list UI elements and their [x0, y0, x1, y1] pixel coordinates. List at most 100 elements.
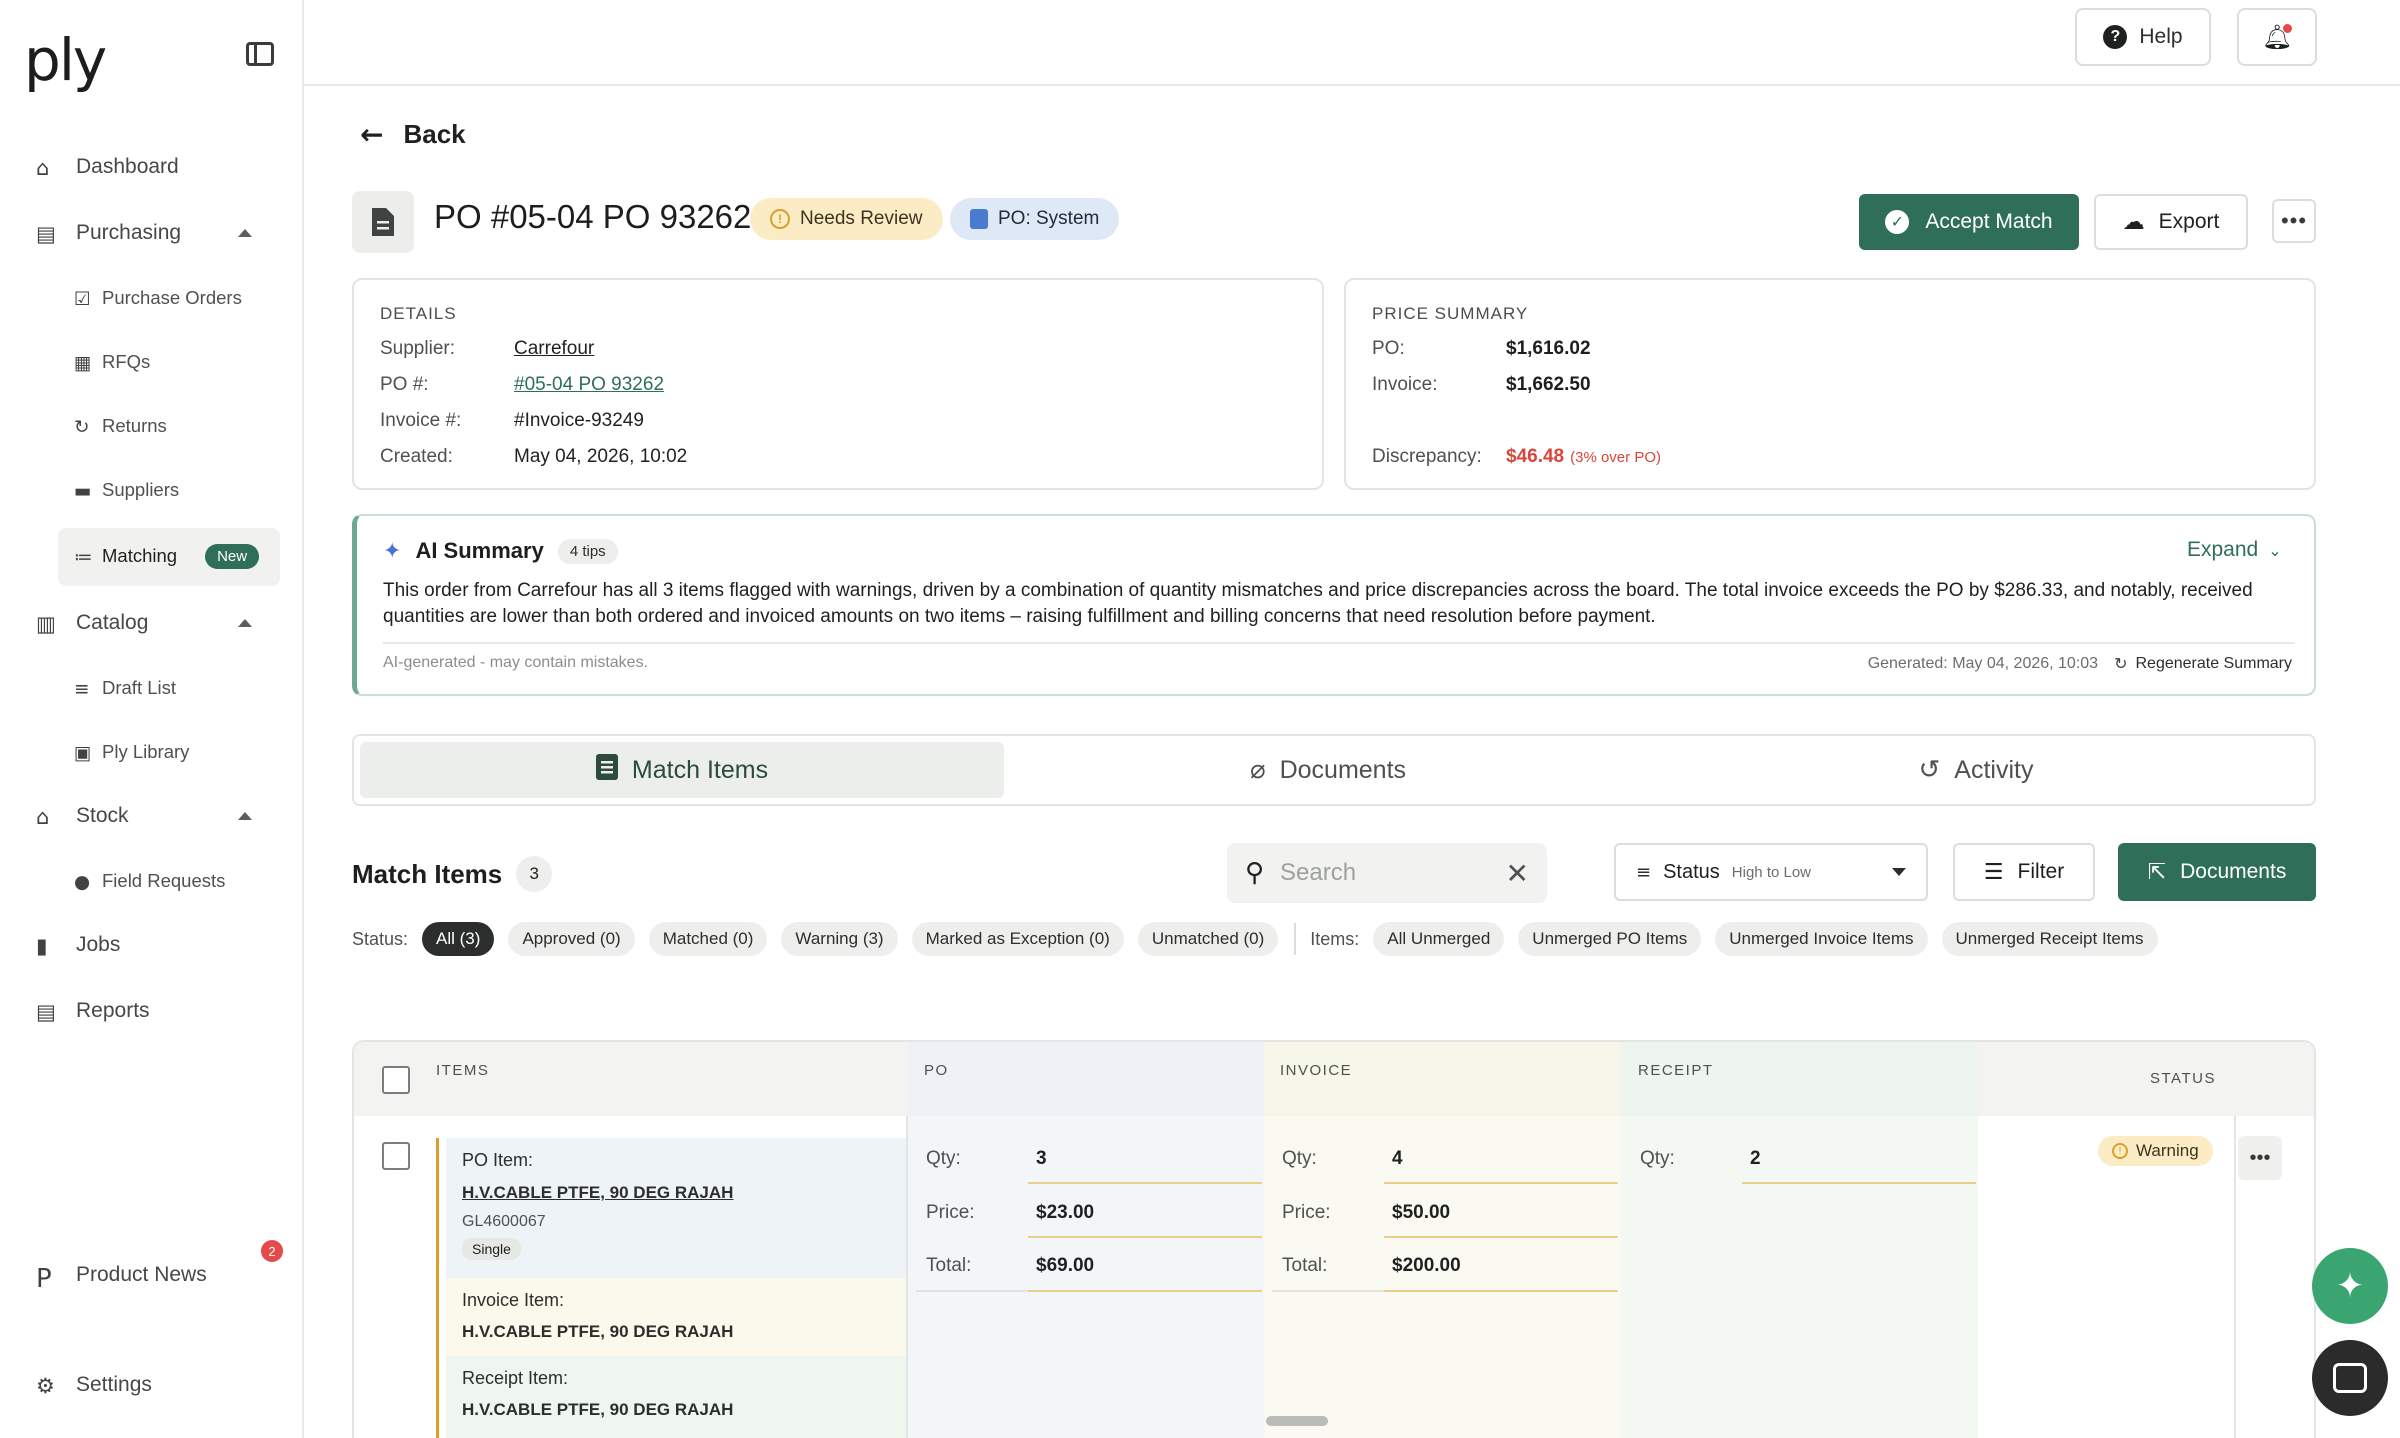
sidebar-item-settings[interactable]: ⚙ Settings: [36, 1363, 152, 1407]
chip-status-approved[interactable]: Approved (0): [508, 922, 635, 956]
chip-status-unmatched[interactable]: Unmatched (0): [1137, 922, 1279, 956]
sidebar-item-label: RFQs: [102, 351, 151, 372]
app-logo[interactable]: ply: [24, 26, 107, 94]
export-button[interactable]: ☁ Export: [2094, 194, 2248, 250]
sidebar-item-stock[interactable]: ⌂ Stock: [36, 794, 129, 838]
receipt-header-bg: [1620, 1042, 1978, 1116]
tab-activity[interactable]: ↺ Activity: [1654, 742, 2298, 798]
sidebar-item-reports[interactable]: ▤ Reports: [36, 989, 150, 1033]
check-circle-icon: ✓: [1885, 210, 1910, 234]
field-underline: [1384, 1290, 1618, 1292]
invoice-total-label: Total:: [1282, 1255, 1328, 1276]
notifications-button[interactable]: 🔔︎: [2237, 8, 2317, 66]
invoice-qty: 4: [1392, 1148, 1403, 1169]
invoice-price: $1,662.50: [1506, 374, 1591, 395]
source-badge: PO: System: [950, 198, 1120, 240]
chip-items-unmerged-po[interactable]: Unmerged PO Items: [1518, 922, 1702, 956]
receipt-item-label: Receipt Item:: [462, 1368, 569, 1388]
search-placeholder: Search: [1280, 859, 1357, 886]
sidebar-item-purchasing[interactable]: ▤ Purchasing: [36, 211, 181, 255]
sort-select[interactable]: ≡ Status High to Low: [1614, 843, 1928, 901]
price-summary-card: PRICE SUMMARY PO: $1,616.02 Invoice: $1,…: [1344, 278, 2316, 490]
po-number-link[interactable]: #05-04 PO 93262: [514, 374, 664, 396]
product-news-icon: P: [36, 1264, 52, 1294]
receipt-qty-label: Qty:: [1640, 1148, 1675, 1169]
ai-assistant-button[interactable]: ✦: [2312, 1248, 2388, 1324]
sidebar-item-dashboard[interactable]: ⌂ Dashboard: [36, 145, 179, 189]
chip-items-all-unmerged[interactable]: All Unmerged: [1373, 922, 1505, 956]
receipt-item-name: H.V.CABLE PTFE, 90 DEG RAJAH: [462, 1400, 734, 1419]
sidebar-item-matching[interactable]: ≔ Matching New: [74, 536, 260, 576]
column-header-items: ITEMS: [436, 1062, 490, 1079]
chip-status-matched[interactable]: Matched (0): [648, 922, 768, 956]
external-link-icon: ⇱: [2147, 859, 2167, 885]
sidebar-item-field-requests[interactable]: ● Field Requests: [74, 861, 225, 901]
chevron-up-icon[interactable]: [238, 619, 252, 627]
sidebar-item-purchase-orders[interactable]: ☑ Purchase Orders: [74, 278, 242, 318]
documents-button[interactable]: ⇱ Documents: [2118, 843, 2316, 901]
chip-items-unmerged-invoice[interactable]: Unmerged Invoice Items: [1715, 922, 1928, 956]
sidebar-item-ply-library[interactable]: ▣ Ply Library: [74, 732, 189, 772]
search-input[interactable]: ⚲ Search ✕: [1227, 843, 1547, 903]
refresh-icon: ↻: [2114, 654, 2128, 673]
sidebar-item-catalog[interactable]: ▥ Catalog: [36, 601, 148, 645]
row-more-button[interactable]: •••: [2238, 1136, 2282, 1180]
more-options-button[interactable]: •••: [2272, 199, 2316, 243]
regenerate-summary-button[interactable]: ↻ Regenerate Summary: [2114, 654, 2292, 673]
back-button[interactable]: ← Back: [360, 118, 466, 151]
tab-match-items[interactable]: Match Items: [360, 742, 1004, 798]
sidebar-item-label: Jobs: [76, 933, 121, 956]
horizontal-scrollbar[interactable]: [1266, 1416, 1328, 1426]
draft-list-icon: ≡: [74, 679, 90, 700]
briefcase-icon: ▮: [36, 934, 48, 958]
sidebar-item-label: Suppliers: [102, 479, 180, 500]
sidebar-item-rfqs[interactable]: ▦ RFQs: [74, 342, 150, 382]
chip-status-all[interactable]: All (3): [422, 922, 495, 956]
po-qty: 3: [1036, 1148, 1047, 1169]
sidebar-item-label: Ply Library: [102, 741, 190, 762]
invoice-number-row: Invoice #: #Invoice-93249: [380, 410, 644, 432]
column-divider: [2234, 1116, 2236, 1438]
tab-label: Match Items: [631, 755, 769, 784]
chat-button[interactable]: [2312, 1340, 2388, 1416]
sidebar: ply ⌂ Dashboard ▤ Purchasing ☑ Purchase …: [0, 0, 304, 1438]
chevron-up-icon[interactable]: [238, 812, 252, 820]
help-button[interactable]: ? Help: [2075, 8, 2211, 66]
sidebar-item-suppliers[interactable]: ▬ Suppliers: [74, 470, 179, 510]
sort-direction: High to Low: [1731, 863, 1812, 881]
sidebar-item-label: Settings: [76, 1373, 152, 1396]
divider: [1294, 923, 1297, 955]
sidebar-collapse-icon[interactable]: [246, 42, 274, 66]
row-status-label: Warning: [2136, 1141, 2199, 1160]
expand-button[interactable]: Expand ⌄: [2187, 538, 2282, 562]
po-header-bg: [908, 1042, 1264, 1116]
expand-label: Expand: [2187, 538, 2259, 561]
chevron-up-icon[interactable]: [238, 229, 252, 237]
select-all-checkbox[interactable]: [382, 1066, 410, 1094]
chip-items-unmerged-receipt[interactable]: Unmerged Receipt Items: [1941, 922, 2158, 956]
created-row: Created: May 04, 2026, 10:02: [380, 446, 687, 468]
clear-icon[interactable]: ✕: [1506, 857, 1529, 890]
supplier-link[interactable]: Carrefour: [514, 338, 594, 360]
help-icon: ?: [2103, 25, 2128, 49]
filter-chips: Status: All (3) Approved (0) Matched (0)…: [352, 922, 2172, 956]
sidebar-item-label: Catalog: [76, 611, 149, 634]
po-item-name-link[interactable]: H.V.CABLE PTFE, 90 DEG RAJAH: [462, 1183, 733, 1203]
sidebar-item-product-news[interactable]: P Product News: [36, 1253, 207, 1297]
pin-icon: ●: [74, 872, 91, 893]
sidebar-item-draft-list[interactable]: ≡ Draft List: [74, 668, 176, 708]
sidebar-item-returns[interactable]: ↻ Returns: [74, 406, 167, 446]
filter-lines-icon: ≡: [1636, 861, 1652, 883]
po-number-label: PO #:: [380, 374, 429, 395]
count-badge: 3: [516, 856, 553, 892]
row-checkbox[interactable]: [382, 1142, 410, 1170]
ai-summary-text: This order from Carrefour has all 3 item…: [383, 580, 2253, 627]
sidebar-item-jobs[interactable]: ▮ Jobs: [36, 923, 120, 967]
tab-bar: Match Items ⌀ Documents ↺ Activity: [352, 734, 2316, 806]
filter-button[interactable]: ☰ Filter: [1953, 843, 2095, 901]
tab-documents[interactable]: ⌀ Documents: [1006, 742, 1650, 798]
chip-status-warning[interactable]: Warning (3): [781, 922, 898, 956]
column-header-receipt: RECEIPT: [1638, 1062, 1714, 1079]
accept-match-button[interactable]: ✓ Accept Match: [1859, 194, 2079, 250]
chip-status-exception[interactable]: Marked as Exception (0): [911, 922, 1124, 956]
